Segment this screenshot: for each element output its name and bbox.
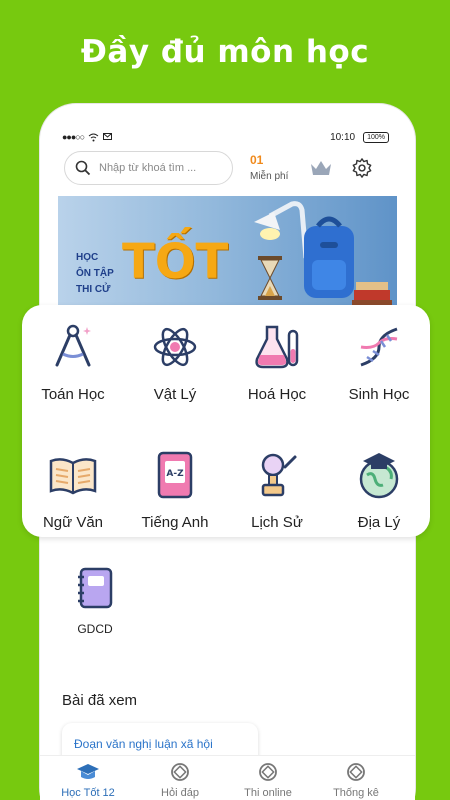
promo-banner[interactable]: HỌC ÔN TẬP THI CỬ TỐT	[58, 196, 397, 316]
atom-icon	[153, 327, 197, 367]
qa-icon	[171, 763, 189, 781]
status-bar: ●●●○○ 10:10 100%	[58, 130, 397, 148]
headline: Đầy đủ môn học	[80, 34, 370, 70]
tab-thi-online[interactable]: Thi online	[228, 762, 308, 799]
tab-label: Thi online	[244, 787, 292, 799]
subject-vat-ly[interactable]: Vật Lý	[124, 321, 226, 403]
svg-text:A-Z: A-Z	[166, 469, 184, 479]
subject-toan-hoc[interactable]: Toán Học	[22, 321, 124, 403]
tab-label: Thống kê	[333, 787, 379, 799]
viewed-item-title: Đoạn văn nghị luận xã hội	[74, 737, 213, 751]
subject-label: Lịch Sử	[251, 514, 303, 531]
subject-lich-su[interactable]: Lịch Sử	[226, 449, 328, 531]
free-counter[interactable]: 01 Miễn phí	[250, 153, 300, 182]
exam-icon	[259, 763, 277, 781]
tab-hoc-tot-12[interactable]: Học Tốt 12	[48, 762, 128, 799]
banner-title: TỐT	[122, 234, 229, 290]
search-box[interactable]	[64, 151, 233, 185]
free-label: Miễn phí	[250, 171, 289, 182]
search-input[interactable]	[99, 162, 219, 174]
tab-label: Học Tốt 12	[61, 787, 115, 799]
graduation-cap-icon	[77, 764, 99, 779]
banner-line-2: ÔN TẬP	[76, 268, 114, 279]
free-count: 01	[250, 153, 264, 167]
flask-icon	[255, 325, 299, 369]
banner-line-3: THI CỬ	[76, 284, 111, 295]
subject-ngu-van[interactable]: Ngữ Văn	[22, 449, 124, 531]
lamp-icon	[261, 453, 297, 497]
signal-icon: ●●●○○	[62, 132, 85, 142]
subject-label: Ngữ Văn	[42, 514, 104, 531]
compass-icon	[55, 324, 91, 367]
dna-icon	[360, 327, 398, 367]
subject-label: Hoá Học	[247, 386, 307, 403]
stats-icon	[347, 763, 365, 781]
search-icon	[75, 160, 91, 176]
globe-icon	[359, 453, 399, 499]
subject-gdcd[interactable]: GDCD	[70, 567, 120, 636]
subject-label: GDCD	[77, 622, 113, 636]
tab-label: Hỏi đáp	[161, 787, 199, 799]
crown-icon[interactable]	[310, 160, 332, 176]
wifi-icon	[88, 133, 99, 141]
battery-icon: 100%	[363, 132, 389, 143]
hourglass-icon	[258, 256, 282, 300]
tab-hoi-dap[interactable]: Hỏi đáp	[140, 762, 220, 799]
subject-hoa-hoc[interactable]: Hoá Học	[226, 321, 328, 403]
subjects-card: Toán Học Vật Lý Hoá Học Sinh Học Ngữ Văn…	[22, 305, 430, 537]
bottom-tab-bar: Học Tốt 12 Hỏi đáp Thi online Thống kê	[40, 755, 415, 800]
clock: 10:10	[330, 132, 356, 143]
message-icon	[103, 133, 113, 140]
notebook-icon	[78, 567, 113, 609]
open-book-icon	[49, 458, 97, 495]
viewed-section-title: Bài đã xem	[62, 692, 138, 709]
subject-dia-ly[interactable]: Địa Lý	[328, 449, 430, 531]
subject-label: Toán Học	[41, 386, 105, 403]
subject-label: Tiếng Anh	[141, 514, 209, 531]
dictionary-icon: A-Z	[157, 451, 193, 499]
banner-line-1: HỌC	[76, 252, 99, 263]
subject-label: Địa Lý	[357, 514, 401, 531]
subject-tieng-anh[interactable]: A-Z Tiếng Anh	[124, 449, 226, 531]
subject-sinh-hoc[interactable]: Sinh Học	[328, 321, 430, 403]
subject-label: Vật Lý	[153, 386, 197, 403]
gear-icon[interactable]	[351, 157, 373, 179]
tab-thong-ke[interactable]: Thống kê	[316, 762, 396, 799]
subject-label: Sinh Học	[348, 386, 410, 403]
